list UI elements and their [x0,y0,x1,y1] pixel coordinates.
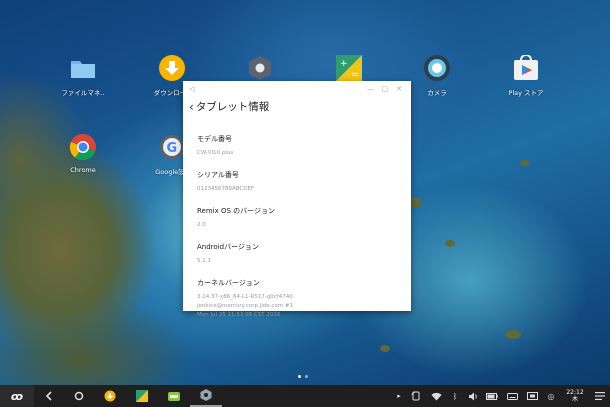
svg-text:=: = [351,70,359,80]
home-nav-icon [74,391,84,401]
window-titlebar[interactable]: ◁ — □ ✕ [183,81,411,97]
info-item-model[interactable]: モデル番号 CW-VI10 plus [183,134,411,158]
desktop-icon-chrome[interactable]: Chrome [43,133,123,174]
wallpaper-island [505,330,521,339]
clock-time: 22:12 [566,389,584,396]
screenshot-icon[interactable] [522,385,542,407]
info-item-value: 3.14.37-x86_64-L1-R517-g0cf4740 jenkins@… [197,293,397,320]
svg-text:G: G [167,141,178,156]
info-item-key: カーネルバージョン [197,279,260,287]
back-nav-icon [45,391,52,401]
info-item-key: シリアル番号 [197,171,239,179]
back-button[interactable] [34,385,64,407]
info-item-serial[interactable]: シリアル番号 0123456789ABCDEF [183,170,411,194]
wallpaper-island [520,160,529,166]
desktop-icon-label: ファイルマネ.. [61,89,105,97]
kernel-line-3: Mon Jul 25 11:53:08 CST 2016 [197,312,281,318]
taskbar-app-downloads[interactable] [94,385,126,407]
tray-expand-icon[interactable]: ▸ [392,385,406,407]
info-item-value: 5.1.1 [197,258,211,264]
window-back-icon[interactable]: ◁ [189,85,194,93]
taskbar: ꝏ ▸ ᛒ ◎ 22:12 木 [0,385,610,407]
info-item-key: Androidバージョン [197,243,259,251]
wallpaper-island [380,345,390,352]
page-indicator [298,363,312,382]
info-item-value: CW-VI10 plus [197,150,234,156]
cast-icon[interactable]: ◎ [542,385,560,407]
info-item-remix-version[interactable]: Remix OS のバージョン 2.0 [183,206,411,230]
bluetooth-icon[interactable]: ᛒ [446,385,464,407]
desktop-icon-label: Chrome [70,166,96,174]
taskbar-app-settings-active[interactable] [190,385,222,407]
wifi-icon[interactable] [426,385,446,407]
start-menu-button[interactable]: ꝏ [0,385,34,407]
google-settings-icon: G [158,133,186,161]
home-button[interactable] [64,385,94,407]
info-item-android-version[interactable]: Androidバージョン 5.1.1 [183,242,411,266]
wallpaper-island [445,240,455,247]
window-header: ‹ タブレット情報 [183,97,411,120]
clock[interactable]: 22:12 木 [560,389,590,403]
taskbar-app-android-tools[interactable] [158,385,190,407]
play-store-icon [512,54,540,82]
notification-center-icon[interactable] [590,385,610,407]
desktop-icon-label: Play ストア [508,89,544,97]
android-icon [168,392,180,401]
taskbar-app-calculator[interactable] [126,385,158,407]
kernel-line-1: 3.14.37-x86_64-L1-R517-g0cf4740 [197,294,293,300]
calculator-icon: + = [335,54,363,82]
page-title: タブレット情報 [195,101,270,113]
page-dot-active[interactable] [298,375,301,378]
chrome-icon [69,133,97,161]
info-item-value: 0123456789ABCDEF [197,186,255,192]
svg-text:+: + [340,59,348,69]
desktop-icon-file-manager[interactable]: ファイルマネ.. [43,54,123,97]
close-icon[interactable]: ✕ [393,85,405,93]
tablet-info-window: ◁ — □ ✕ ‹ タブレット情報 モデル番号 CW-VI10 plus シリア… [183,81,411,318]
folder-icon [69,54,97,82]
back-arrow-icon[interactable]: ‹ [189,100,194,114]
download-icon [104,390,116,402]
clock-day: 木 [571,396,578,403]
volume-icon[interactable] [464,385,482,407]
settings-icon [246,54,274,82]
info-item-kernel-version[interactable]: カーネルバージョン 3.14.37-x86_64-L1-R517-g0cf474… [183,278,411,320]
battery-icon[interactable] [482,385,502,407]
keyboard-icon[interactable] [502,385,522,407]
info-item-value: 2.0 [197,222,206,228]
screen-rotation-icon[interactable] [406,385,426,407]
maximize-icon[interactable]: □ [379,85,391,93]
calculator-icon [136,390,148,402]
remix-logo-icon: ꝏ [10,389,24,403]
settings-icon [200,389,212,401]
camera-icon [423,54,451,82]
info-item-key: Remix OS のバージョン [197,207,276,215]
page-dot[interactable] [305,375,308,378]
download-icon [158,54,186,82]
info-item-key: モデル番号 [197,135,232,143]
desktop-icon-play-store[interactable]: Play ストア [486,54,566,97]
minimize-icon[interactable]: — [365,85,377,93]
kernel-line-2: jenkins@mercury.corp.jide.com #1 [197,303,294,309]
window-controls: — □ ✕ [365,85,405,93]
